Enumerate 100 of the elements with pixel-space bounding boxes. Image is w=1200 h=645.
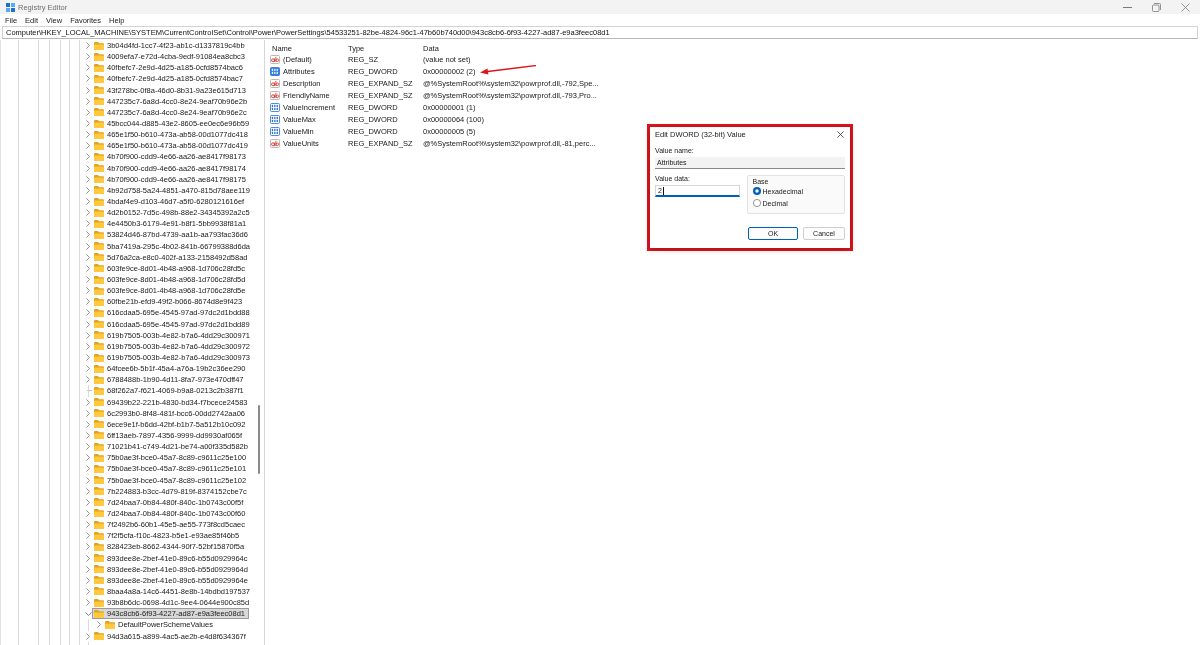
chevron-right-icon[interactable] <box>86 264 90 272</box>
folder-icon <box>94 52 104 61</box>
chevron-right-icon[interactable] <box>86 220 90 228</box>
folder-icon <box>94 108 104 117</box>
chevron-right-icon[interactable] <box>86 376 90 384</box>
folder-icon <box>94 164 104 173</box>
chevron-right-icon[interactable] <box>86 131 90 139</box>
chevron-right-icon[interactable] <box>86 532 90 540</box>
app-icon <box>6 2 15 12</box>
chevron-right-icon[interactable] <box>86 521 90 529</box>
chevron-right-icon[interactable] <box>86 476 90 484</box>
chevron-right-icon[interactable] <box>86 331 90 339</box>
chevron-right-icon[interactable] <box>86 487 90 495</box>
chevron-right-icon[interactable] <box>97 621 101 629</box>
chevron-right-icon[interactable] <box>86 97 90 105</box>
chevron-right-icon[interactable] <box>86 320 90 328</box>
chevron-right-icon[interactable] <box>86 509 90 517</box>
chevron-right-icon[interactable] <box>86 198 90 206</box>
folder-icon <box>94 152 104 161</box>
folder-icon <box>94 197 104 206</box>
folder-icon <box>94 498 104 507</box>
chevron-right-icon[interactable] <box>86 142 90 150</box>
folder-icon <box>94 353 104 362</box>
chevron-right-icon[interactable] <box>86 309 90 317</box>
folder-icon <box>94 308 104 317</box>
close-icon[interactable] <box>837 131 844 138</box>
folder-icon <box>94 587 104 596</box>
chevron-right-icon[interactable] <box>86 287 90 295</box>
folder-icon <box>94 520 104 529</box>
chevron-right-icon[interactable] <box>86 354 90 361</box>
folder-icon <box>94 253 104 262</box>
chevron-right-icon[interactable] <box>86 454 90 462</box>
folder-icon <box>94 86 104 95</box>
chevron-right-icon[interactable] <box>86 242 90 250</box>
chevron-right-icon[interactable] <box>86 342 90 350</box>
chevron-right-icon[interactable] <box>86 632 90 640</box>
chevron-right-icon[interactable] <box>86 120 90 128</box>
chevron-right-icon[interactable] <box>86 599 90 607</box>
folder-icon <box>94 409 104 418</box>
folder-icon <box>94 331 104 340</box>
chevron-down-icon[interactable] <box>84 611 92 616</box>
chevron-right-icon[interactable] <box>86 108 90 116</box>
folder-icon <box>94 464 104 473</box>
chevron-right-icon[interactable] <box>86 409 90 417</box>
scrollbar-thumb[interactable] <box>258 405 260 474</box>
folder-icon <box>94 431 104 440</box>
chevron-right-icon[interactable] <box>86 164 90 172</box>
folder-icon <box>94 41 104 50</box>
folder-icon <box>94 63 104 72</box>
folder-icon <box>94 186 104 195</box>
chevron-right-icon[interactable] <box>86 42 90 50</box>
folder-icon <box>94 554 104 563</box>
folder-icon <box>94 398 104 407</box>
folder-icon <box>94 219 104 228</box>
chevron-right-icon[interactable] <box>86 53 90 61</box>
chevron-right-icon[interactable] <box>86 465 90 473</box>
chevron-right-icon[interactable] <box>86 75 90 83</box>
chevron-right-icon[interactable] <box>86 576 90 584</box>
chevron-right-icon[interactable] <box>86 153 90 161</box>
chevron-right-icon[interactable] <box>86 443 90 451</box>
folder-icon <box>94 342 104 351</box>
chevron-right-icon[interactable] <box>86 587 90 595</box>
folder-icon <box>94 242 104 251</box>
folder-icon <box>94 375 104 384</box>
folder-icon <box>94 297 104 306</box>
folder-icon <box>94 119 104 128</box>
chevron-right-icon[interactable] <box>86 554 90 562</box>
folder-icon <box>94 476 104 485</box>
close-icon[interactable] <box>1181 2 1190 12</box>
chevron-right-icon[interactable] <box>86 253 90 261</box>
folder-icon <box>94 364 104 373</box>
folder-icon <box>94 509 104 518</box>
folder-icon <box>94 598 104 607</box>
folder-icon <box>94 453 104 462</box>
chevron-right-icon[interactable] <box>86 498 90 506</box>
chevron-right-icon[interactable] <box>86 398 90 406</box>
chevron-right-icon[interactable] <box>86 186 90 194</box>
chevron-right-icon[interactable] <box>86 298 90 306</box>
minimize-icon[interactable] <box>1123 6 1132 8</box>
chevron-right-icon[interactable] <box>86 565 90 573</box>
folder-icon <box>94 632 104 640</box>
chevron-right-icon[interactable] <box>86 231 90 239</box>
folder-icon <box>94 286 104 295</box>
chevron-right-icon[interactable] <box>86 276 90 283</box>
chevron-right-icon[interactable] <box>86 543 90 551</box>
folder-icon <box>94 487 104 496</box>
restore-icon[interactable] <box>1152 2 1161 12</box>
folder-icon <box>94 141 104 150</box>
chevron-right-icon[interactable] <box>86 420 90 428</box>
folder-icon <box>94 442 104 451</box>
folder-icon <box>94 230 104 239</box>
chevron-right-icon[interactable] <box>86 209 90 217</box>
folder-icon <box>94 420 104 429</box>
chevron-right-icon[interactable] <box>86 432 90 439</box>
folder-icon <box>94 175 104 184</box>
chevron-right-icon[interactable] <box>86 175 90 183</box>
folder-icon <box>94 542 104 551</box>
chevron-right-icon[interactable] <box>86 86 90 94</box>
chevron-right-icon[interactable] <box>86 64 90 72</box>
chevron-right-icon[interactable] <box>86 365 90 373</box>
